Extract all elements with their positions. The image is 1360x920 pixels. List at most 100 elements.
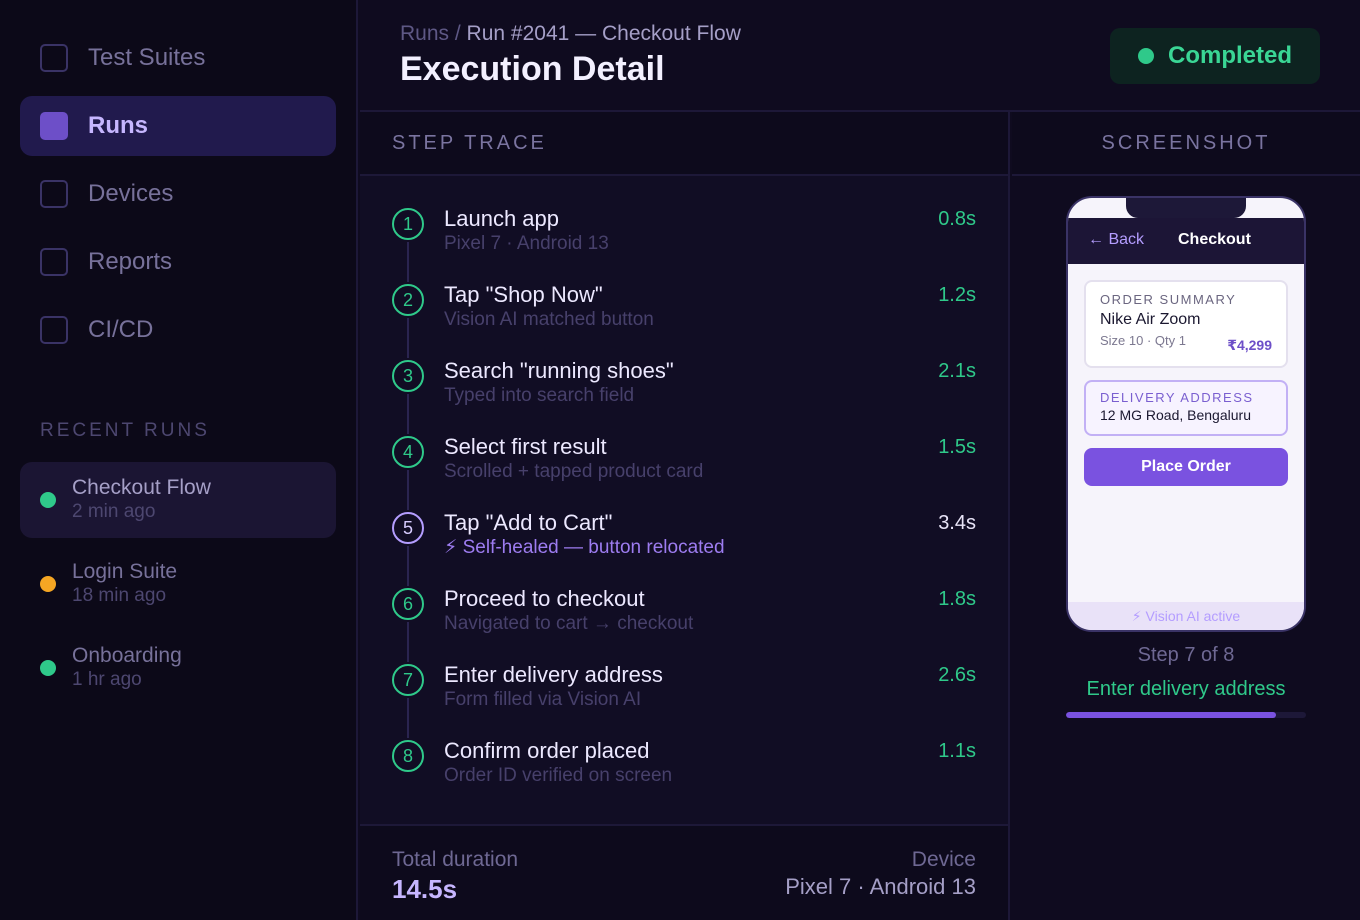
device-value: Pixel 7 · Android 13: [785, 874, 976, 899]
cicd-icon: [40, 316, 68, 344]
recent-runs-title: RECENT RUNS: [40, 420, 210, 441]
recent-run-text: Checkout Flow 2 min ago: [72, 476, 211, 524]
breadcrumb-root-link[interactable]: Runs: [400, 22, 449, 45]
step-title: Tap "Shop Now": [444, 282, 603, 307]
delivery-address-card: DELIVERY ADDRESS 12 MG Road, Bengaluru: [1084, 380, 1288, 436]
step-detail: Form filled via Vision AI: [444, 689, 642, 710]
step-duration: 2.1s: [938, 360, 976, 382]
phone-back-button: ← Back: [1088, 231, 1145, 248]
step-detail: Order ID verified on screen: [444, 765, 673, 786]
status-text: Completed: [1167, 42, 1292, 69]
sidebar-item-cicd[interactable]: CI/CD: [20, 300, 336, 360]
sidebar: Test Suites Runs Devices Reports CI/CD R…: [0, 0, 358, 920]
recent-run-time: 2 min ago: [72, 501, 156, 522]
status-badge: Completed: [1109, 28, 1320, 84]
device-info: Device Pixel 7 · Android 13: [785, 848, 976, 900]
step-row[interactable]: 8 Confirm order placed Order ID verified…: [360, 738, 1008, 814]
step-duration: 3.4s: [938, 512, 976, 534]
screenshot-title: SCREENSHOT: [1012, 112, 1360, 176]
step-connector: [407, 242, 409, 282]
reports-icon: [40, 248, 68, 276]
step-row[interactable]: 4 Select first result Scrolled + tapped …: [360, 434, 1008, 510]
step-title: Confirm order placed: [444, 738, 650, 763]
step-title: Select first result: [444, 434, 607, 459]
step-title: Proceed to checkout: [444, 586, 645, 611]
recent-run-time: 18 min ago: [72, 585, 167, 606]
recent-run-name: Onboarding: [72, 644, 182, 667]
recent-run-text: Login Suite 18 min ago: [72, 560, 177, 608]
current-step-label: Enter delivery address: [1086, 678, 1286, 700]
recent-run-login-suite[interactable]: Login Suite 18 min ago: [20, 546, 336, 622]
step-row[interactable]: 7 Enter delivery address Form filled via…: [360, 662, 1008, 738]
sidebar-item-label: CI/CD: [88, 316, 154, 343]
step-title: Enter delivery address: [444, 662, 663, 687]
recent-run-name: Checkout Flow: [72, 476, 211, 499]
page-header: Runs / Run #2041 — Checkout Flow Executi…: [360, 0, 1360, 112]
place-order-button: Place Order: [1084, 448, 1288, 486]
delivery-address-label: DELIVERY ADDRESS: [1100, 390, 1254, 405]
step-duration: 0.8s: [938, 208, 976, 230]
sidebar-item-label: Devices: [88, 180, 174, 207]
step-number: 8: [392, 740, 424, 772]
sidebar-item-label: Reports: [88, 248, 173, 275]
step-detail: Typed into search field: [444, 385, 635, 406]
devices-icon: [40, 180, 68, 208]
step-connector: [407, 698, 409, 738]
step-progress-bar: [1066, 712, 1306, 718]
step-duration: 1.5s: [938, 436, 976, 458]
delivery-address-value: 12 MG Road, Bengaluru: [1100, 407, 1251, 423]
step-row[interactable]: 1 Launch app Pixel 7 · Android 13 0.8s: [360, 206, 1008, 282]
step-connector: [407, 622, 409, 662]
step-duration: 1.2s: [938, 284, 976, 306]
phone-screenshot[interactable]: ← Back Checkout ORDER SUMMARY Nike Air Z…: [1066, 196, 1306, 632]
step-connector: [407, 394, 409, 434]
step-duration: 1.8s: [938, 588, 976, 610]
step-number: 6: [392, 588, 424, 620]
recent-run-name: Login Suite: [72, 560, 178, 583]
trace-summary: Total duration 14.5s Device Pixel 7 · An…: [360, 824, 1008, 920]
recent-runs-list: Checkout Flow 2 min ago Login Suite 18 m…: [20, 462, 336, 706]
recent-run-time: 1 hr ago: [72, 669, 142, 690]
sidebar-item-runs[interactable]: Runs: [20, 96, 336, 156]
step-row-self-healed[interactable]: 5 Tap "Add to Cart" ⚡ Self-healed — butt…: [360, 510, 1008, 586]
step-title: Tap "Add to Cart": [444, 510, 613, 535]
status-dot-icon: [40, 492, 56, 508]
step-number: 5: [392, 512, 424, 544]
step-detail: ⚡ Self-healed — button relocated: [444, 537, 725, 558]
device-label: Device: [911, 848, 976, 871]
step-row[interactable]: 6 Proceed to checkout Navigated to cart …: [360, 586, 1008, 662]
phone-app-bar: ← Back Checkout: [1068, 218, 1304, 264]
step-connector: [407, 546, 409, 586]
step-detail: Vision AI matched button: [444, 309, 654, 330]
product-name: Nike Air Zoom: [1100, 311, 1201, 328]
recent-run-text: Onboarding 1 hr ago: [72, 644, 182, 692]
sidebar-nav: Test Suites Runs Devices Reports CI/CD: [20, 28, 336, 360]
step-row[interactable]: 2 Tap "Shop Now" Vision AI matched butto…: [360, 282, 1008, 358]
test-suites-icon: [40, 44, 68, 72]
step-connector: [407, 318, 409, 358]
step-duration: 2.6s: [938, 664, 976, 686]
phone-notch: [1126, 198, 1246, 218]
step-progress-fill: [1066, 712, 1276, 718]
step-detail: Pixel 7 · Android 13: [444, 233, 609, 254]
status-dot-icon: [40, 576, 56, 592]
recent-run-onboarding[interactable]: Onboarding 1 hr ago: [20, 630, 336, 706]
step-number: 3: [392, 360, 424, 392]
step-connector: [407, 470, 409, 510]
sidebar-item-devices[interactable]: Devices: [20, 164, 336, 224]
sidebar-item-reports[interactable]: Reports: [20, 232, 336, 292]
runs-icon: [40, 112, 68, 140]
order-summary-card: ORDER SUMMARY Nike Air Zoom Size 10 · Qt…: [1084, 280, 1288, 368]
step-title: Launch app: [444, 206, 559, 231]
step-trace-panel: STEP TRACE 1 Launch app Pixel 7 · Androi…: [360, 112, 1010, 920]
status-dot-icon: [40, 660, 56, 676]
product-price: ₹4,299: [1227, 337, 1272, 353]
step-number: 2: [392, 284, 424, 316]
sidebar-item-test-suites[interactable]: Test Suites: [20, 28, 336, 88]
recent-run-checkout-flow[interactable]: Checkout Flow 2 min ago: [20, 462, 336, 538]
step-list: 1 Launch app Pixel 7 · Android 13 0.8s 2…: [360, 176, 1008, 826]
step-title: Search "running shoes": [444, 358, 674, 383]
screenshot-panel: SCREENSHOT ← Back Checkout ORDER SUMMARY…: [1012, 112, 1360, 920]
sidebar-item-label: Runs: [88, 112, 148, 139]
step-row[interactable]: 3 Search "running shoes" Typed into sear…: [360, 358, 1008, 434]
